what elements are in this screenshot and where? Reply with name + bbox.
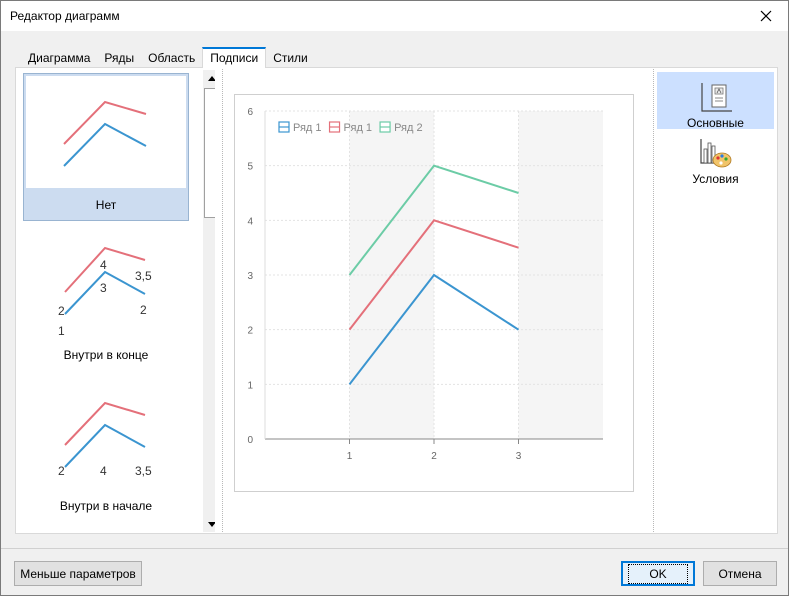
- tab-area[interactable]: Область: [141, 49, 202, 67]
- legend-entry: Ряд 2: [394, 122, 423, 134]
- label-option-inside-start[interactable]: 2 4 3,5 Внутри в начале: [23, 375, 189, 523]
- data-label: 1: [58, 324, 65, 338]
- close-button[interactable]: [744, 1, 788, 31]
- y-tick-label: 1: [247, 380, 253, 391]
- chevron-down-icon: [207, 522, 215, 527]
- label-option-none[interactable]: Нет: [23, 73, 189, 221]
- data-label: 2: [58, 304, 65, 318]
- labels-tab-panel: Нет 4 3 3,5 2 2 1 Внутри в конце 2 4 3,5…: [15, 67, 778, 534]
- data-label: 3: [100, 281, 107, 295]
- cancel-button[interactable]: Отмена: [703, 561, 777, 586]
- label-option-preview: 2 4 3,5: [25, 377, 185, 489]
- label-list-scrollbar[interactable]: [203, 70, 215, 532]
- y-tick-label: 5: [247, 162, 253, 173]
- divider: [222, 69, 223, 532]
- scroll-thumb[interactable]: [204, 88, 215, 218]
- tab-labels[interactable]: Подписи: [202, 47, 267, 68]
- chart-preview: 0 1 2 3 4 5 6 1 2 3 Ряд 1 Ряд 1 Ряд 2: [234, 94, 634, 492]
- y-tick-label: 0: [247, 435, 253, 446]
- category-label: Основные: [687, 116, 744, 130]
- scroll-down-button[interactable]: [203, 516, 215, 532]
- category-label: Условия: [692, 172, 739, 186]
- less-params-label: Меньше параметров: [20, 566, 136, 581]
- label-position-list: Нет 4 3 3,5 2 2 1 Внутри в конце 2 4 3,5…: [17, 69, 215, 532]
- y-tick-label: 4: [247, 216, 253, 227]
- y-tick-label: 3: [247, 271, 253, 282]
- data-label: 3,5: [135, 464, 152, 478]
- ok-label: OK: [628, 563, 688, 584]
- label-option-preview: [26, 76, 186, 188]
- label-option-caption: Внутри в начале: [59, 499, 153, 513]
- chart-layout-icon: [701, 83, 732, 112]
- scroll-up-button[interactable]: [203, 70, 215, 87]
- x-tick-label: 3: [516, 451, 522, 462]
- legend-entry: Ряд 1: [344, 122, 373, 134]
- label-option-inside-end[interactable]: 4 3 3,5 2 2 1 Внутри в конце: [23, 224, 189, 372]
- data-label: 4: [100, 258, 107, 272]
- window-title: Редактор диаграмм: [10, 9, 120, 23]
- label-option-caption: Внутри в конце: [63, 348, 149, 362]
- tab-styles[interactable]: Стили: [266, 49, 315, 67]
- ok-button[interactable]: OK: [621, 561, 695, 586]
- y-tick-label: 2: [247, 326, 253, 337]
- tab-strip: Диаграмма Ряды Область Подписи Стили: [21, 47, 315, 68]
- data-label: 4: [100, 464, 107, 478]
- less-params-button[interactable]: Меньше параметров: [14, 561, 142, 586]
- x-tick-label: 1: [347, 451, 353, 462]
- label-option-caption: Нет: [95, 198, 117, 212]
- category-conditions[interactable]: Условия: [657, 129, 774, 186]
- data-label: 2: [140, 303, 147, 317]
- divider: [653, 69, 654, 532]
- data-label: 3,5: [135, 269, 152, 283]
- close-icon: [760, 10, 772, 22]
- tab-chart[interactable]: Диаграмма: [21, 49, 97, 67]
- chart-editor-dialog: Редактор диаграмм Диаграмма Ряды Область…: [0, 0, 789, 596]
- chevron-up-icon: [207, 76, 215, 81]
- label-option-preview: 4 3 3,5 2 2 1: [25, 226, 185, 338]
- cancel-label: Отмена: [718, 566, 762, 581]
- y-tick-label: 6: [247, 107, 253, 118]
- category-basic[interactable]: Основные: [657, 72, 774, 130]
- line-chart: 0 1 2 3 4 5 6 1 2 3 Ряд 1 Ряд 1 Ряд 2: [247, 107, 603, 462]
- legend-entry: Ряд 1: [293, 122, 322, 134]
- title-bar: Редактор диаграмм: [1, 1, 788, 31]
- chart-palette-icon: [700, 139, 732, 168]
- data-label: 2: [58, 464, 65, 478]
- label-category-list: Основные Условия: [657, 72, 774, 192]
- x-tick-label: 2: [431, 451, 437, 462]
- tab-series[interactable]: Ряды: [97, 49, 141, 67]
- footer-divider: [1, 548, 788, 549]
